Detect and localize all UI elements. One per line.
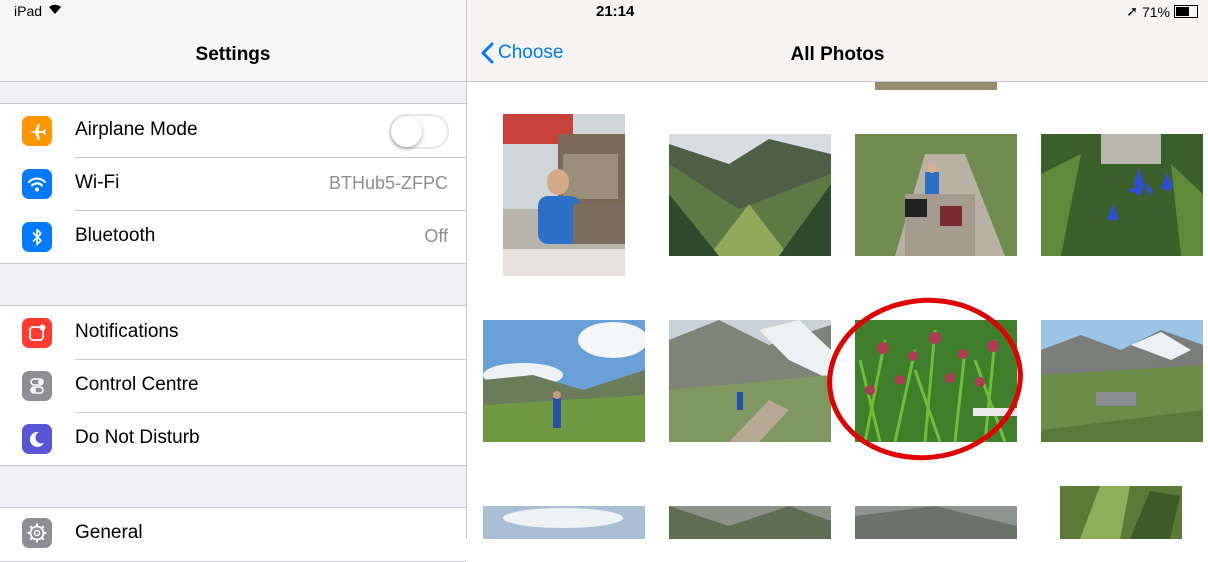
moon-icon — [22, 424, 52, 454]
photo-thumbnail[interactable] — [855, 134, 1017, 256]
photo-thumbnail[interactable] — [669, 134, 831, 256]
settings-row-do-not-disturb[interactable]: Do Not Disturb — [0, 412, 466, 465]
bluetooth-label: Bluetooth — [75, 225, 156, 246]
photo-thumbnail[interactable] — [483, 320, 645, 442]
control-centre-label: Control Centre — [75, 374, 199, 395]
photo-picker-title: All Photos — [790, 44, 885, 65]
bluetooth-value: Off — [424, 226, 448, 246]
notifications-label: Notifications — [75, 321, 179, 342]
bluetooth-icon — [22, 222, 52, 252]
settings-row-wifi[interactable]: Wi-Fi BTHub5-ZFPC — [0, 157, 466, 210]
settings-row-control-centre[interactable]: Control Centre — [0, 359, 466, 412]
settings-group-system: Notifications Control Centre Do Not Dist… — [0, 305, 466, 466]
settings-row-notifications[interactable]: Notifications — [0, 306, 466, 359]
photo-thumbnail[interactable] — [1060, 486, 1182, 539]
wifi-label: Wi-Fi — [75, 172, 120, 193]
battery-icon — [1174, 5, 1198, 18]
airplane-icon — [22, 116, 52, 146]
photo-thumbnail[interactable] — [1041, 134, 1203, 256]
clock: 21:14 — [596, 3, 635, 20]
toggle-knob — [391, 116, 422, 147]
settings-group-general: General — [0, 507, 466, 562]
airplane-mode-toggle[interactable] — [389, 114, 449, 149]
status-bar: iPad 21:14 ➚ 71% — [0, 0, 1208, 24]
do-not-disturb-label: Do Not Disturb — [75, 427, 200, 448]
carrier-label: iPad — [14, 3, 43, 19]
settings-row-general[interactable]: General — [0, 508, 466, 561]
settings-group-connectivity: Airplane Mode Wi-Fi BTHub5-ZFPC Bluetoot… — [0, 103, 466, 264]
battery-percent: 71% — [1141, 3, 1170, 20]
general-label: General — [75, 522, 143, 543]
settings-sidebar: Settings Airplane Mode Wi-Fi BTHub5-ZFPC — [0, 0, 467, 562]
wifi-status-icon — [48, 2, 62, 18]
photo-thumbnail[interactable] — [483, 506, 645, 539]
wifi-network-value: BTHub5-ZFPC — [328, 173, 448, 193]
airplane-mode-label: Airplane Mode — [75, 119, 198, 140]
battery-indicator: ➚ 71% — [1126, 3, 1198, 20]
gear-icon — [22, 518, 52, 548]
photo-thumbnail[interactable] — [855, 506, 1017, 539]
photo-thumbnail[interactable] — [1041, 320, 1203, 442]
notifications-icon — [22, 318, 52, 348]
photo-picker: Choose All Photos — [467, 0, 1208, 539]
control-centre-icon — [22, 371, 52, 401]
settings-row-airplane-mode[interactable]: Airplane Mode — [0, 104, 466, 157]
photo-thumbnail[interactable] — [669, 320, 831, 442]
settings-title: Settings — [195, 44, 271, 65]
wifi-icon — [22, 169, 52, 199]
photo-thumbnail[interactable] — [503, 114, 625, 276]
location-arrow-icon: ➚ — [1126, 3, 1138, 19]
battery-fill — [1176, 7, 1189, 16]
photo-thumbnail[interactable] — [669, 506, 831, 539]
settings-row-bluetooth[interactable]: Bluetooth Off — [0, 210, 466, 263]
photo-thumbnail-top-partial[interactable] — [875, 81, 997, 90]
